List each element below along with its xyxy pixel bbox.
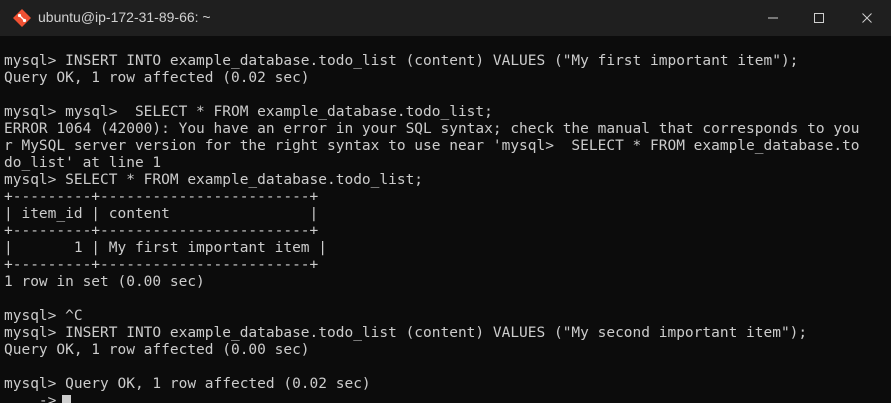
terminal-line: mysql> Query OK, 1 row affected (0.02 se… [4, 376, 371, 392]
terminal-line: +---------+------------------------+ [4, 223, 319, 239]
maximize-icon [813, 9, 825, 28]
terminal-line: r MySQL server version for the right syn… [4, 138, 860, 154]
terminal-output[interactable]: mysql> INSERT INTO example_database.todo… [4, 53, 891, 403]
terminal-window: ubuntu@ip-172-31-89-66: ~ mysql> INSERT … [0, 0, 891, 403]
git-bash-icon [12, 8, 32, 28]
terminal-cursor [62, 395, 71, 403]
terminal-line: | item_id | content | [4, 206, 319, 222]
terminal-line: Query OK, 1 row affected (0.00 sec) [4, 342, 310, 358]
terminal-line: mysql> INSERT INTO example_database.todo… [4, 53, 799, 69]
terminal-line: mysql> ^C [4, 308, 83, 324]
close-icon [861, 9, 873, 28]
close-button[interactable] [842, 0, 891, 36]
terminal-line: Query OK, 1 row affected (0.02 sec) [4, 70, 310, 86]
minimize-button[interactable] [750, 0, 796, 36]
terminal-line: +---------+------------------------+ [4, 257, 319, 273]
terminal-line: -> [4, 393, 57, 403]
maximize-button[interactable] [796, 0, 842, 36]
terminal-line: do_list' at line 1 [4, 155, 162, 171]
terminal-line: +---------+------------------------+ [4, 189, 319, 205]
title-bar[interactable]: ubuntu@ip-172-31-89-66: ~ [0, 0, 891, 36]
terminal-line: ERROR 1064 (42000): You have an error in… [4, 121, 860, 137]
terminal-line: mysql> INSERT INTO example_database.todo… [4, 325, 808, 341]
window-title: ubuntu@ip-172-31-89-66: ~ [38, 9, 211, 25]
terminal-line: mysql> SELECT * FROM example_database.to… [4, 172, 424, 188]
terminal-line: mysql> mysql> SELECT * FROM example_data… [4, 104, 493, 120]
terminal-line: | 1 | My first important item | [4, 240, 328, 256]
terminal-line: 1 row in set (0.00 sec) [4, 274, 205, 290]
minimize-icon [767, 9, 779, 28]
